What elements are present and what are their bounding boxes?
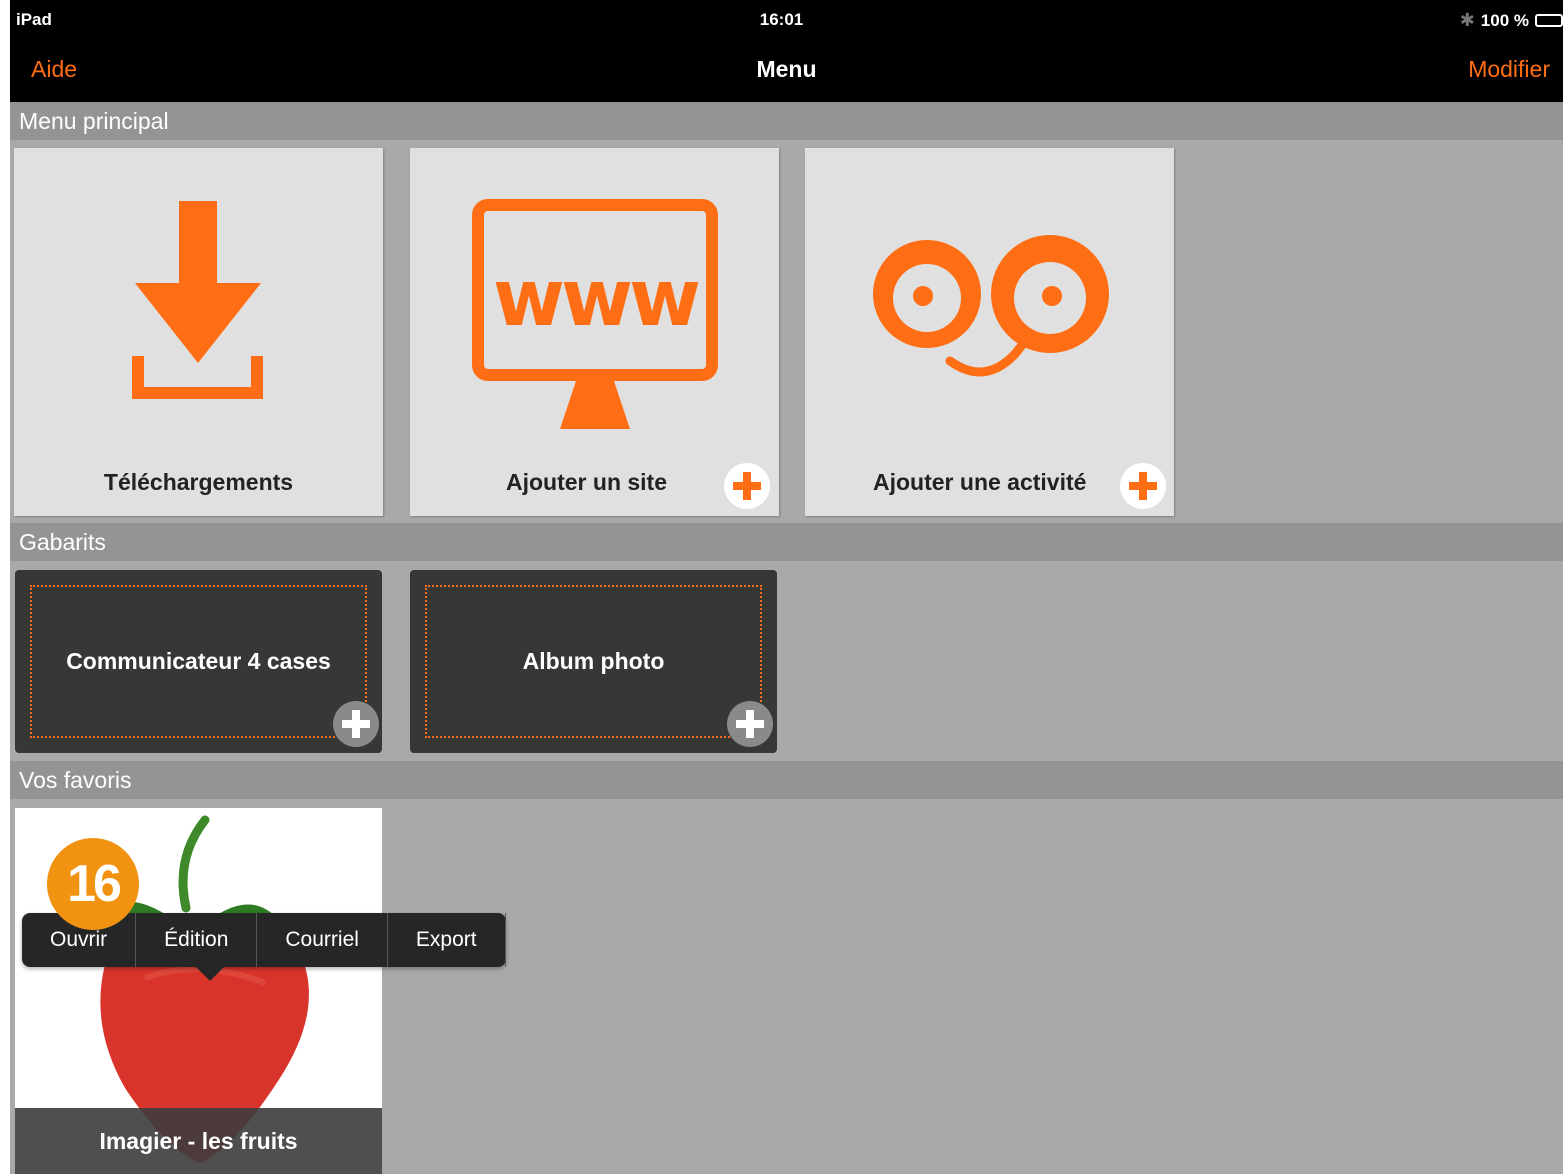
plus-icon[interactable] [333, 701, 379, 747]
eyes-face-icon [873, 235, 1109, 377]
page-title: Menu [756, 56, 817, 82]
step-number-badge: 16 [47, 838, 139, 930]
favorite-label: Imagier - les fruits [15, 1108, 382, 1174]
download-icon [132, 201, 263, 399]
menu-item-email[interactable]: Courriel [257, 913, 388, 967]
clock: 16:01 [759, 10, 804, 29]
status-bar: iPad 16:01 ✱ 100 % [10, 0, 1563, 40]
template-label: Album photo [522, 648, 665, 674]
edit-button[interactable]: Modifier [1468, 56, 1550, 83]
template-label: Communicateur 4 cases [66, 648, 331, 674]
menu-item-export[interactable]: Export [388, 913, 506, 967]
tile-label: Téléchargements [103, 469, 294, 495]
tile-add-activity[interactable]: Ajouter une activité [805, 148, 1174, 516]
tile-downloads[interactable]: Téléchargements [14, 148, 383, 516]
battery-percent: 100 % [1480, 10, 1529, 30]
template-communicator[interactable]: Communicateur 4 cases [15, 570, 382, 753]
svg-text:www: www [493, 254, 699, 344]
plus-icon[interactable] [727, 701, 773, 747]
battery-icon [1535, 14, 1563, 27]
template-photo-album[interactable]: Album photo [410, 570, 777, 753]
section-header-templates: Gabarits [10, 523, 1563, 561]
section-header-favorites: Vos favoris [10, 761, 1563, 799]
popup-arrow [196, 967, 224, 981]
status-right: ✱ 100 % [1460, 10, 1563, 31]
tile-add-site[interactable]: www Ajouter un site [410, 148, 779, 516]
section-header-main: Menu principal [10, 102, 1563, 140]
bluetooth-icon: ✱ [1459, 10, 1475, 30]
plus-icon[interactable] [724, 463, 770, 509]
navigation-bar: Aide Menu Modifier [10, 40, 1563, 102]
device-frame: iPad 16:01 ✱ 100 % Aide Menu Modifier Me… [0, 0, 1563, 1174]
www-monitor-icon: www [472, 199, 718, 429]
screen: iPad 16:01 ✱ 100 % Aide Menu Modifier Me… [10, 0, 1563, 1174]
menu-item-edit[interactable]: Édition [136, 913, 258, 967]
plus-icon[interactable] [1120, 463, 1166, 509]
